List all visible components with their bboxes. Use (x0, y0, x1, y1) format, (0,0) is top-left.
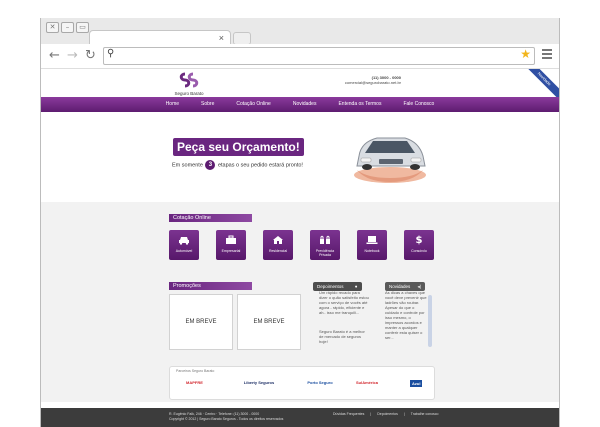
footer-link-depoimentos[interactable]: Depoimentos (377, 412, 398, 417)
reload-icon[interactable]: ↻ (85, 47, 96, 65)
depoimentos-title: Depoimentos (317, 284, 344, 289)
partner-logo-mapfre[interactable]: MAPFRE (186, 380, 203, 385)
site-logo[interactable]: Seguro Barato (169, 71, 209, 97)
forward-icon[interactable]: → (67, 47, 78, 65)
footer-links: Dúvidas Frequentes | Depoimentos | Traba… (333, 412, 439, 417)
hero-subtitle: Em somente 3 etapas o seu pedido estará … (172, 160, 303, 170)
speech-bubble-icon: ● (354, 284, 358, 289)
testimonial-2: Seguro Barato é a melhor de mercado de s… (319, 329, 365, 344)
cotacao-section-title: Cotação Online (169, 214, 252, 222)
corner-ribbon: Novidade (527, 69, 559, 99)
megaphone-icon: ◂) (417, 284, 422, 289)
partner-logo-azul[interactable]: Azul (410, 380, 423, 387)
search-icon: ⚲ (107, 48, 115, 59)
close-window-button[interactable]: ✕ (46, 22, 59, 33)
briefcase-icon (216, 235, 246, 247)
browser-tab[interactable]: × (89, 30, 231, 45)
promo-box-2[interactable]: EM BREVE (237, 294, 301, 350)
car-icon (169, 235, 199, 247)
promo-box-1[interactable]: EM BREVE (169, 294, 233, 350)
bookmark-star-icon[interactable]: ★ (520, 47, 531, 61)
house-icon (263, 235, 293, 247)
novidades-text: As dicas a chaves que você deve prevenir… (385, 290, 427, 340)
quote-consorcio-button[interactable]: $ Consórcio (404, 230, 434, 260)
partner-logo-sulamerica[interactable]: SulAmérica (356, 380, 378, 385)
quote-residencial-button[interactable]: Residencial (263, 230, 293, 260)
novidades-panel: As dicas a chaves que você deve prevenir… (385, 290, 427, 348)
quote-empresarial-button[interactable]: Empresarial (216, 230, 246, 260)
address-bar[interactable]: ⚲ ★ (103, 47, 535, 65)
nav-home[interactable]: Home (155, 97, 190, 112)
menu-icon[interactable] (542, 49, 552, 61)
website: Seguro Barato (11) 3000 - 0000 comercial… (41, 69, 559, 427)
footer-separator: | (370, 412, 372, 416)
partner-logo-liberty[interactable]: Liberty Seguros (242, 380, 276, 385)
quote-previdencia-button[interactable]: Previdência Privada (310, 230, 340, 260)
back-icon[interactable]: ← (49, 47, 60, 65)
quote-notebook-button[interactable]: Notebook (357, 230, 387, 260)
nav-novidades[interactable]: Novidades (282, 97, 328, 112)
quote-automovel-button[interactable]: Automóvel (169, 230, 199, 260)
hero-steps-badge: 3 (205, 160, 216, 170)
partner-logo-porto-seguro[interactable]: Porto Seguro (302, 380, 338, 385)
browser-tabstrip: ✕ – ▭ × (41, 18, 559, 45)
promocoes-section-title: Promoções (169, 282, 252, 290)
lock-icon (310, 235, 340, 247)
partners-title: Parceiros Seguro Barato (176, 369, 215, 373)
nav-sobre[interactable]: Sobre (190, 97, 225, 112)
nav-entenda-os-termos[interactable]: Entenda os Termos (327, 97, 392, 112)
ribbon-label: Novidade (527, 69, 559, 99)
hero-banner: Peça seu Orçamento! Em somente 3 etapas … (41, 112, 559, 202)
nav-fale-conosco[interactable]: Fale Conosco (392, 97, 445, 112)
window-controls: ✕ – ▭ (46, 22, 89, 33)
contact-email[interactable]: comercial@segurobarato.net.br (321, 80, 401, 85)
quote-label: Notebook (364, 249, 380, 253)
footer-separator: | (403, 412, 405, 416)
header-contact: (11) 3000 - 0000 comercial@segurobarato.… (321, 75, 401, 85)
quote-label: Previdência Privada (315, 249, 335, 257)
maximize-window-button[interactable]: ▭ (76, 22, 89, 33)
depoimentos-panel: Um rápido recado para dizer o quão satis… (319, 290, 369, 348)
hero-sub-after: etapas o seu pedido estará pronto! (217, 162, 303, 169)
hero-title[interactable]: Peça seu Orçamento! (173, 138, 304, 156)
site-footer: R. Eugênio Falk, 246 · Centro · Telefone… (41, 408, 559, 427)
testimonial-1: Um rápido recado para dizer o quão satis… (319, 290, 369, 315)
tab-close-icon[interactable]: × (219, 31, 224, 45)
main-nav: Home Sobre Cotação Online Novidades Ente… (41, 97, 559, 112)
browser-toolbar: ← → ↻ ⚲ ★ (41, 44, 559, 69)
site-header: Seguro Barato (11) 3000 - 0000 comercial… (41, 69, 559, 99)
nav-cotacao-online[interactable]: Cotação Online (225, 97, 281, 112)
quote-label: Residencial (268, 249, 288, 253)
quote-label: Empresarial (221, 249, 241, 253)
logo-mark-icon (169, 71, 209, 91)
quote-label: Consórcio (411, 249, 427, 253)
car-in-hands-illustration (347, 120, 433, 190)
address-input[interactable] (120, 49, 500, 62)
partners-bar: Parceiros Seguro Barato MAPFRE Liberty S… (169, 366, 435, 400)
footer-copyright: Copyright © 2012 | Seguro Barato Seguros… (169, 417, 284, 421)
laptop-icon (357, 235, 387, 247)
browser-window: ✕ – ▭ × ← → ↻ ⚲ ★ Seguro Barato (11) 300… (40, 18, 560, 427)
footer-link-trabalhe[interactable]: Trabalhe conosco (411, 412, 439, 417)
dollar-icon: $ (415, 235, 423, 246)
footer-link-duvidas[interactable]: Dúvidas Frequentes (333, 412, 364, 417)
footer-address: R. Eugênio Falk, 246 · Centro · Telefone… (169, 412, 299, 422)
quote-label: Automóvel (175, 249, 193, 253)
novidades-scrollbar[interactable] (428, 295, 432, 347)
content-area: Cotação Online Automóvel Empresarial Res… (41, 202, 559, 402)
minimize-window-button[interactable]: – (61, 22, 74, 33)
hero-sub-before: Em somente (172, 162, 203, 169)
novidades-title: Novidades (389, 284, 411, 289)
